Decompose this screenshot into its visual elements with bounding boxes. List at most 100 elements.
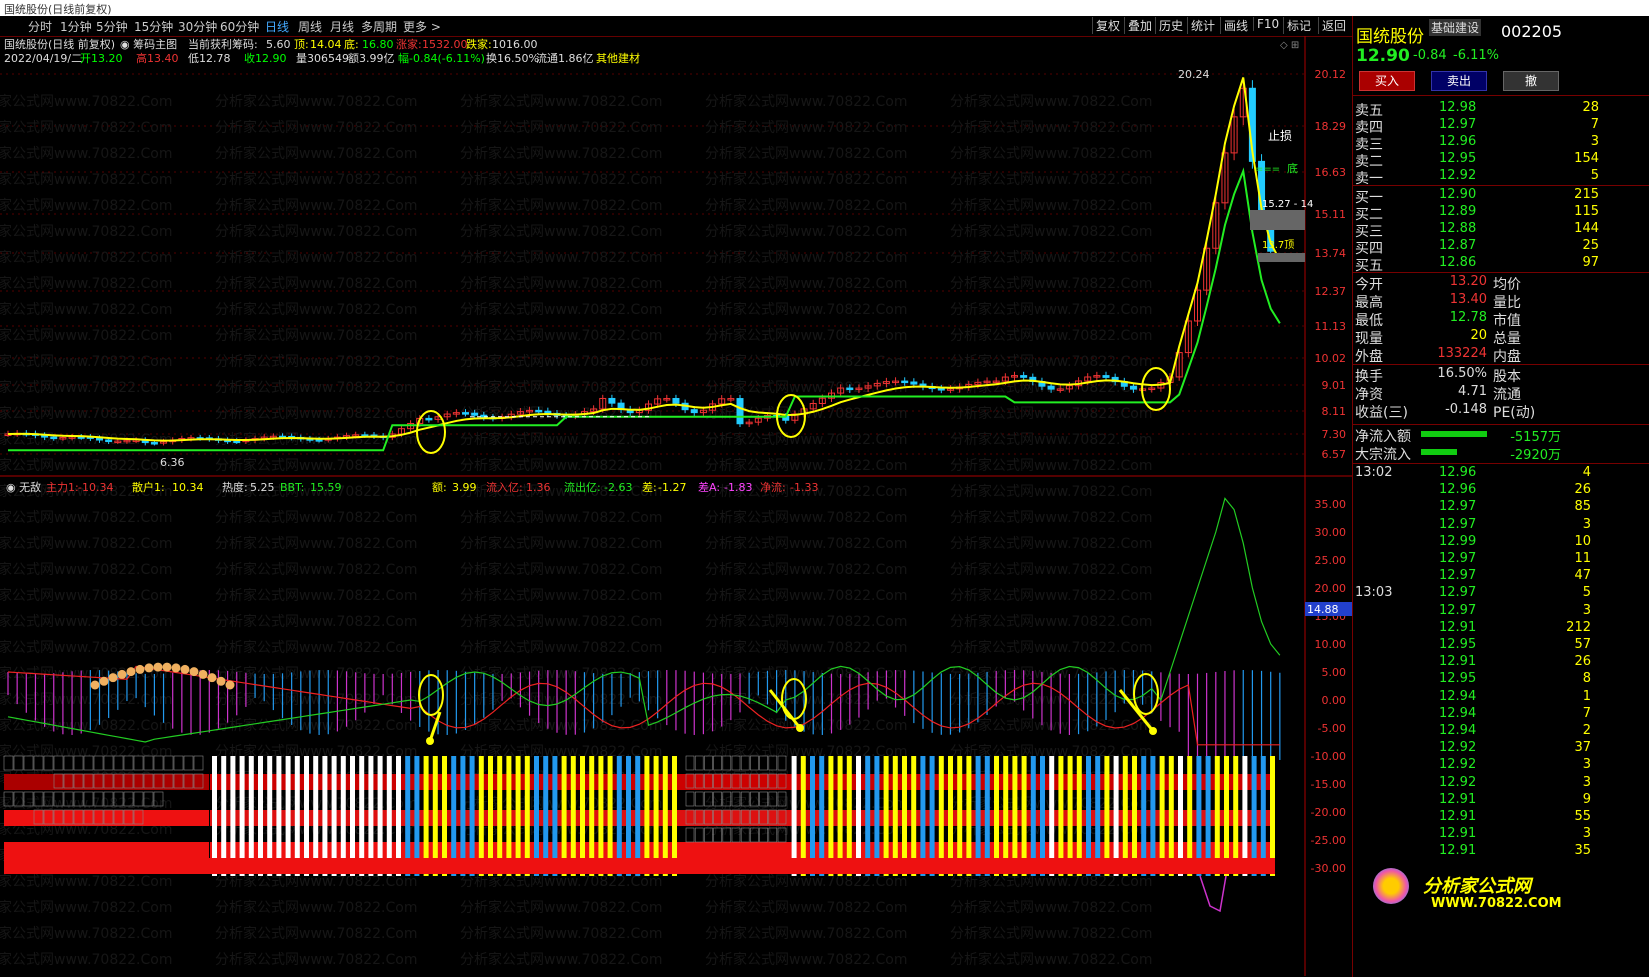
period-tab-5[interactable]: 60分钟 bbox=[220, 18, 259, 35]
watermark: 分析家公式网www.70822.Com bbox=[215, 899, 417, 916]
header-field-6: 底: bbox=[344, 37, 359, 51]
watermark: 分析家公式网www.70822.Com bbox=[950, 951, 1152, 968]
tick-price: 12.92 bbox=[1439, 774, 1477, 790]
stat-value: -0.148 bbox=[1445, 402, 1487, 417]
header-field-1: ◉ 筹码主图 bbox=[120, 37, 177, 51]
sell-button[interactable]: 卖出 bbox=[1431, 71, 1487, 91]
sector-tag[interactable]: 基础建设 bbox=[1429, 19, 1482, 36]
period-tab-3[interactable]: 15分钟 bbox=[134, 18, 173, 35]
indicator-axis-label: 5.00 bbox=[1322, 666, 1347, 679]
indicator-axis-label: -20.00 bbox=[1311, 806, 1346, 819]
tick-volume: 47 bbox=[1574, 568, 1591, 584]
strip-cell bbox=[694, 791, 704, 807]
bid-volume: 215 bbox=[1574, 187, 1599, 202]
bid-price: 12.89 bbox=[1439, 204, 1477, 219]
candle-body bbox=[50, 436, 58, 440]
tool-button-4[interactable]: 画线 bbox=[1220, 17, 1251, 34]
stat-value: 13.20 bbox=[1449, 274, 1487, 289]
watermark: 分析家公式网www.70822.Com bbox=[950, 197, 1152, 214]
indicator-field-19: 净流: bbox=[760, 480, 786, 494]
period-tab-9[interactable]: 多周期 bbox=[361, 18, 397, 35]
tool-button-2[interactable]: 历史 bbox=[1155, 17, 1186, 34]
price-axis-label: 9.01 bbox=[1322, 379, 1347, 392]
candle-body bbox=[315, 439, 323, 442]
signal-dot bbox=[180, 664, 190, 674]
watermark: 分析家公式网www.70822.Com bbox=[215, 171, 417, 188]
stat-label: 现量 bbox=[1355, 331, 1383, 347]
signal-dot bbox=[207, 673, 217, 683]
period-tab-4[interactable]: 30分钟 bbox=[178, 18, 217, 35]
signal-dot bbox=[225, 680, 235, 690]
tick-price: 12.95 bbox=[1439, 671, 1477, 687]
stat-label: 今开 bbox=[1355, 277, 1383, 293]
indicator-field-10: 3.99 bbox=[452, 481, 477, 494]
tool-button-5[interactable]: F10 bbox=[1253, 17, 1282, 31]
watermark: 分析家公式网www.70822.Com bbox=[705, 353, 907, 370]
watermark: 分析家公式网www.70822.Com bbox=[0, 249, 172, 266]
strip-row bbox=[4, 842, 209, 858]
tick-volume: 57 bbox=[1574, 637, 1591, 652]
tick-volume: 3 bbox=[1582, 774, 1591, 790]
tick-volume: 3 bbox=[1582, 602, 1591, 618]
signal-dot bbox=[126, 667, 136, 677]
tick-volume: 3 bbox=[1582, 826, 1591, 842]
stat-label-2: 均价 bbox=[1493, 277, 1521, 293]
period-tab-1[interactable]: 1分钟 bbox=[60, 18, 92, 35]
price-axis-label: 10.02 bbox=[1315, 352, 1347, 365]
cancel-button[interactable]: 撤 bbox=[1503, 71, 1559, 91]
header-field-2: 当前获利筹码: bbox=[188, 37, 258, 51]
period-tab-7[interactable]: 周线 bbox=[298, 18, 322, 35]
candle-body bbox=[1020, 375, 1028, 378]
indicator-field-12: 1.36 bbox=[526, 481, 551, 494]
toolbar: 分时 1分钟 5分钟 15分钟 30分钟 60分钟 日线 周线 月线 多周期 更多 > 复权 叠加 历史统… bbox=[0, 16, 1352, 37]
ask-price: 12.97 bbox=[1439, 117, 1477, 132]
tool-button-3[interactable]: 统计 bbox=[1187, 17, 1218, 34]
band-box-2 bbox=[1258, 253, 1305, 262]
watermark: 分析家公式网www.70822.Com bbox=[215, 561, 417, 578]
header-field-9: 1532.00 bbox=[422, 38, 468, 51]
watermark: 分析家公式网www.70822.Com bbox=[950, 431, 1152, 448]
period-tab-10[interactable]: 更多 > bbox=[403, 18, 441, 35]
watermark: 分析家公式网www.70822.Com bbox=[950, 145, 1152, 162]
tool-button-0[interactable]: 复权 bbox=[1092, 17, 1123, 34]
tick-volume: 2 bbox=[1582, 723, 1591, 738]
candle-body bbox=[937, 388, 945, 391]
stat-label-2: 股本 bbox=[1493, 369, 1521, 385]
tool-button-6[interactable]: 标记 bbox=[1283, 17, 1314, 34]
header-info-1: 开13.20 bbox=[80, 52, 123, 65]
stat-value: 20 bbox=[1470, 328, 1487, 343]
watermark: 分析家公式网www.70822.Com bbox=[705, 509, 907, 526]
period-tab-0[interactable]: 分时 bbox=[28, 18, 52, 35]
candle-body bbox=[425, 417, 433, 421]
watermark: 分析家公式网www.70822.Com bbox=[705, 925, 907, 942]
watermark: 分析家公式网www.70822.Com bbox=[460, 717, 662, 734]
header-info-9: 流通1.86亿 bbox=[536, 51, 594, 65]
tool-button-1[interactable]: 叠加 bbox=[1124, 17, 1155, 34]
tick-price: 12.97 bbox=[1439, 585, 1477, 601]
period-tab-6[interactable]: 日线 bbox=[265, 18, 289, 35]
period-tab-8[interactable]: 月线 bbox=[330, 18, 354, 35]
indicator-field-7: BBT: bbox=[280, 481, 304, 494]
candle-body bbox=[471, 412, 479, 416]
kline-chart[interactable]: 20.12 18.29 16.63 15.11 13.74 12.37 11.13 10.02… bbox=[0, 36, 1352, 976]
strip-row bbox=[4, 810, 209, 826]
watermark: 分析家公式网www.70822.Com bbox=[705, 223, 907, 240]
watermark: 分析家公式网www.70822.Com bbox=[950, 119, 1152, 136]
watermark: 分析家公式网www.70822.Com bbox=[0, 379, 172, 396]
candle-body bbox=[1129, 385, 1137, 390]
watermark: 分析家公式网www.70822.Com bbox=[460, 899, 662, 916]
candle-body bbox=[96, 437, 103, 441]
divider bbox=[1353, 272, 1649, 273]
tick-price: 12.91 bbox=[1439, 791, 1477, 807]
indicator-axis-label: -25.00 bbox=[1311, 834, 1346, 847]
watermark: 分析家公式网www.70822.Com bbox=[0, 353, 172, 370]
arrow-head bbox=[1149, 727, 1157, 735]
tool-button-7[interactable]: 返回 bbox=[1318, 17, 1349, 34]
stat-label-2: 量比 bbox=[1493, 295, 1521, 311]
buy-button[interactable]: 买入 bbox=[1359, 71, 1415, 91]
period-tab-2[interactable]: 5分钟 bbox=[96, 18, 128, 35]
stat-label: 换手 bbox=[1355, 369, 1383, 385]
candle-body bbox=[846, 387, 854, 391]
indicator-axis-label: -30.00 bbox=[1311, 862, 1346, 875]
watermark: 分析家公式网www.70822.Com bbox=[0, 535, 172, 552]
